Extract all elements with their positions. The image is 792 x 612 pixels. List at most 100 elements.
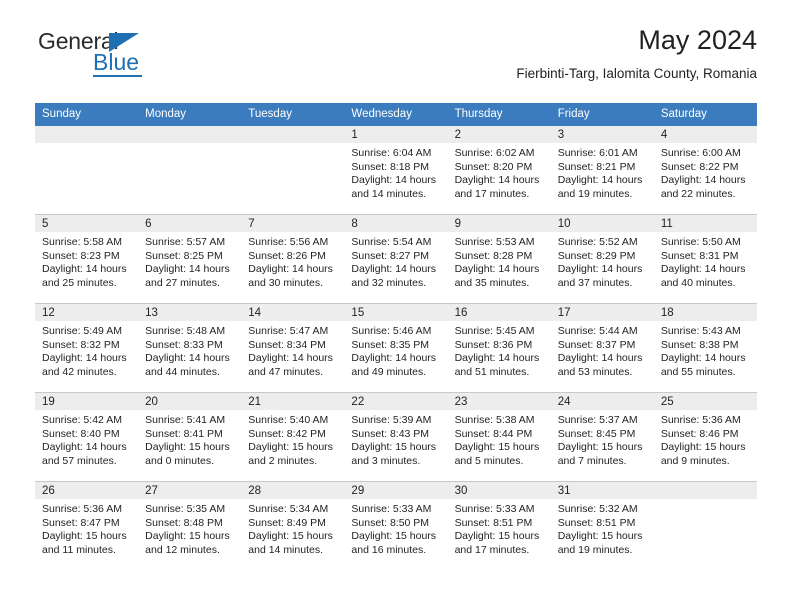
day-number: 21: [241, 393, 345, 410]
day-cell: 19 Sunrise: 5:42 AM Sunset: 8:40 PM Dayligh…: [35, 393, 139, 481]
sunset-time: Sunset: 8:18 PM: [351, 160, 430, 173]
day-number: 25: [653, 393, 757, 410]
day-number: 9: [447, 215, 551, 232]
calendar-day-cell[interactable]: 22 Sunrise: 5:39 AM Sunset: 8:43 PM Dayligh…: [344, 392, 448, 482]
daylight-duration-line2: and 14 minutes.: [351, 187, 427, 200]
sunset-time: Sunset: 8:48 PM: [145, 516, 223, 529]
calendar-day-cell[interactable]: 26 Sunrise: 5:36 AM Sunset: 8:47 PM Dayligh…: [35, 481, 139, 570]
daylight-duration-line1: Daylight: 14 hours: [660, 174, 746, 187]
daylight-duration-line2: and 42 minutes.: [42, 365, 117, 378]
daylight-duration-line1: Daylight: 15 hours: [660, 441, 746, 454]
daylight-duration-line1: Daylight: 14 hours: [248, 352, 333, 365]
day-cell: 26 Sunrise: 5:36 AM Sunset: 8:47 PM Dayligh…: [35, 482, 139, 570]
sunset-time: Sunset: 8:25 PM: [145, 249, 223, 262]
daylight-duration-line2: and 14 minutes.: [248, 543, 323, 556]
day-cell: 14 Sunrise: 5:47 AM Sunset: 8:34 PM Dayligh…: [241, 304, 345, 392]
sunrise-time: Sunrise: 5:35 AM: [145, 503, 226, 515]
daylight-duration-line2: and 11 minutes.: [42, 543, 116, 556]
calendar-day-cell[interactable]: [653, 481, 757, 570]
sunrise-time: Sunrise: 5:52 AM: [557, 236, 638, 248]
sunset-time: Sunset: 8:37 PM: [557, 338, 636, 351]
general-blue-logo[interactable]: General Blue: [38, 30, 208, 78]
day-details: Sunrise: 5:35 AM Sunset: 8:48 PM Daylight:…: [138, 499, 241, 557]
day-details: Sunrise: 5:32 AM Sunset: 8:51 PM Daylight:…: [551, 499, 654, 557]
sunrise-time: Sunrise: 5:36 AM: [42, 503, 122, 515]
day-details: Sunrise: 5:36 AM Sunset: 8:46 PM Daylight:…: [654, 410, 757, 468]
daylight-duration-line2: and 57 minutes.: [42, 454, 117, 467]
calendar-day-cell[interactable]: 8 Sunrise: 5:54 AM Sunset: 8:27 PM Daylight…: [344, 214, 448, 304]
daylight-duration-line2: and 37 minutes.: [557, 276, 633, 289]
day-number: 6: [138, 215, 242, 232]
calendar-day-cell[interactable]: [138, 126, 242, 215]
sunset-time: Sunset: 8:51 PM: [557, 516, 636, 529]
day-details: Sunrise: 5:54 AM Sunset: 8:27 PM Daylight:…: [344, 232, 447, 290]
daylight-duration-line2: and 16 minutes.: [351, 543, 427, 556]
calendar-day-cell[interactable]: 7 Sunrise: 5:56 AM Sunset: 8:26 PM Daylight…: [241, 214, 345, 304]
calendar-day-cell[interactable]: 27 Sunrise: 5:35 AM Sunset: 8:48 PM Dayligh…: [138, 481, 242, 570]
calendar-day-cell[interactable]: 28 Sunrise: 5:34 AM Sunset: 8:49 PM Dayligh…: [241, 481, 345, 570]
calendar-day-cell[interactable]: 13 Sunrise: 5:48 AM Sunset: 8:33 PM Dayligh…: [138, 303, 242, 393]
calendar-day-cell[interactable]: [241, 126, 345, 215]
day-number: 4: [653, 126, 757, 143]
calendar-day-cell[interactable]: 14 Sunrise: 5:47 AM Sunset: 8:34 PM Dayligh…: [241, 303, 345, 393]
sunrise-time: Sunrise: 5:54 AM: [351, 236, 432, 248]
logo-text-blue: Blue: [93, 49, 140, 75]
calendar-day-cell[interactable]: 25 Sunrise: 5:36 AM Sunset: 8:46 PM Dayligh…: [653, 392, 757, 482]
calendar-day-cell[interactable]: 18 Sunrise: 5:43 AM Sunset: 8:38 PM Dayligh…: [653, 303, 757, 393]
calendar-day-cell[interactable]: 6 Sunrise: 5:57 AM Sunset: 8:25 PM Daylight…: [138, 214, 242, 304]
calendar-body: 1 Sunrise: 6:04 AM Sunset: 8:18 PM Daylight…: [35, 126, 757, 570]
daylight-duration-line1: Daylight: 14 hours: [557, 174, 643, 187]
calendar-day-cell[interactable]: 31 Sunrise: 5:32 AM Sunset: 8:51 PM Dayligh…: [550, 481, 654, 570]
calendar-day-cell[interactable]: 23 Sunrise: 5:38 AM Sunset: 8:44 PM Dayligh…: [447, 392, 551, 482]
calendar-day-cell[interactable]: 5 Sunrise: 5:58 AM Sunset: 8:23 PM Daylight…: [35, 214, 139, 304]
sunset-time: Sunset: 8:33 PM: [145, 338, 223, 351]
day-details: Sunrise: 5:38 AM Sunset: 8:44 PM Daylight:…: [448, 410, 551, 468]
weekday-header-saturday: Saturday: [653, 103, 757, 126]
weekday-header-friday: Friday: [550, 103, 654, 126]
day-cell-empty: [138, 126, 242, 214]
sunset-time: Sunset: 8:35 PM: [351, 338, 430, 351]
day-cell: 16 Sunrise: 5:45 AM Sunset: 8:36 PM Dayligh…: [447, 304, 551, 392]
sunrise-time: Sunrise: 5:32 AM: [557, 503, 638, 515]
day-number: 19: [35, 393, 139, 410]
day-number: 16: [447, 304, 551, 321]
daylight-duration-line1: Daylight: 15 hours: [557, 530, 643, 543]
calendar-day-cell[interactable]: 3 Sunrise: 6:01 AM Sunset: 8:21 PM Daylight…: [550, 126, 654, 215]
calendar-day-cell[interactable]: 16 Sunrise: 5:45 AM Sunset: 8:36 PM Dayligh…: [447, 303, 551, 393]
daylight-duration-line1: Daylight: 14 hours: [42, 441, 127, 454]
day-number: 27: [138, 482, 242, 499]
day-cell: 29 Sunrise: 5:33 AM Sunset: 8:50 PM Dayligh…: [344, 482, 448, 570]
calendar-day-cell[interactable]: 17 Sunrise: 5:44 AM Sunset: 8:37 PM Dayligh…: [550, 303, 654, 393]
calendar-day-cell[interactable]: 11 Sunrise: 5:50 AM Sunset: 8:31 PM Dayligh…: [653, 214, 757, 304]
calendar-day-cell[interactable]: 4 Sunrise: 6:00 AM Sunset: 8:22 PM Daylight…: [653, 126, 757, 215]
sunrise-time: Sunrise: 5:33 AM: [351, 503, 432, 515]
day-number: 3: [550, 126, 654, 143]
calendar-day-cell[interactable]: 15 Sunrise: 5:46 AM Sunset: 8:35 PM Dayligh…: [344, 303, 448, 393]
calendar-day-cell[interactable]: 30 Sunrise: 5:33 AM Sunset: 8:51 PM Dayligh…: [447, 481, 551, 570]
day-cell: 31 Sunrise: 5:32 AM Sunset: 8:51 PM Dayligh…: [550, 482, 654, 570]
calendar-day-cell[interactable]: 21 Sunrise: 5:40 AM Sunset: 8:42 PM Dayligh…: [241, 392, 345, 482]
sunrise-time: Sunrise: 5:41 AM: [145, 414, 226, 426]
daylight-duration-line1: Daylight: 14 hours: [351, 352, 437, 365]
day-number: 13: [138, 304, 242, 321]
day-details: Sunrise: 5:41 AM Sunset: 8:41 PM Daylight:…: [138, 410, 241, 468]
calendar-day-cell[interactable]: 9 Sunrise: 5:53 AM Sunset: 8:28 PM Daylight…: [447, 214, 551, 304]
calendar-day-cell[interactable]: 2 Sunrise: 6:02 AM Sunset: 8:20 PM Daylight…: [447, 126, 551, 215]
day-number: 2: [447, 126, 551, 143]
calendar-day-cell[interactable]: 24 Sunrise: 5:37 AM Sunset: 8:45 PM Dayligh…: [550, 392, 654, 482]
calendar-day-cell[interactable]: 29 Sunrise: 5:33 AM Sunset: 8:50 PM Dayligh…: [344, 481, 448, 570]
calendar-day-cell[interactable]: 19 Sunrise: 5:42 AM Sunset: 8:40 PM Dayligh…: [35, 392, 139, 482]
day-cell: 15 Sunrise: 5:46 AM Sunset: 8:35 PM Dayligh…: [344, 304, 448, 392]
day-number: 24: [550, 393, 654, 410]
calendar-day-cell[interactable]: 20 Sunrise: 5:41 AM Sunset: 8:41 PM Dayligh…: [138, 392, 242, 482]
calendar-day-cell[interactable]: 10 Sunrise: 5:52 AM Sunset: 8:29 PM Dayligh…: [550, 214, 654, 304]
calendar-day-cell[interactable]: [35, 126, 139, 215]
sunrise-time: Sunrise: 5:34 AM: [248, 503, 329, 515]
sunset-time: Sunset: 8:26 PM: [248, 249, 326, 262]
daylight-duration-line1: Daylight: 15 hours: [145, 441, 230, 454]
calendar-day-cell[interactable]: 1 Sunrise: 6:04 AM Sunset: 8:18 PM Daylight…: [344, 126, 448, 215]
calendar-day-cell[interactable]: 12 Sunrise: 5:49 AM Sunset: 8:32 PM Dayligh…: [35, 303, 139, 393]
day-number: 11: [653, 215, 757, 232]
daylight-duration-line1: Daylight: 14 hours: [454, 352, 540, 365]
weekday-header-thursday: Thursday: [447, 103, 551, 126]
